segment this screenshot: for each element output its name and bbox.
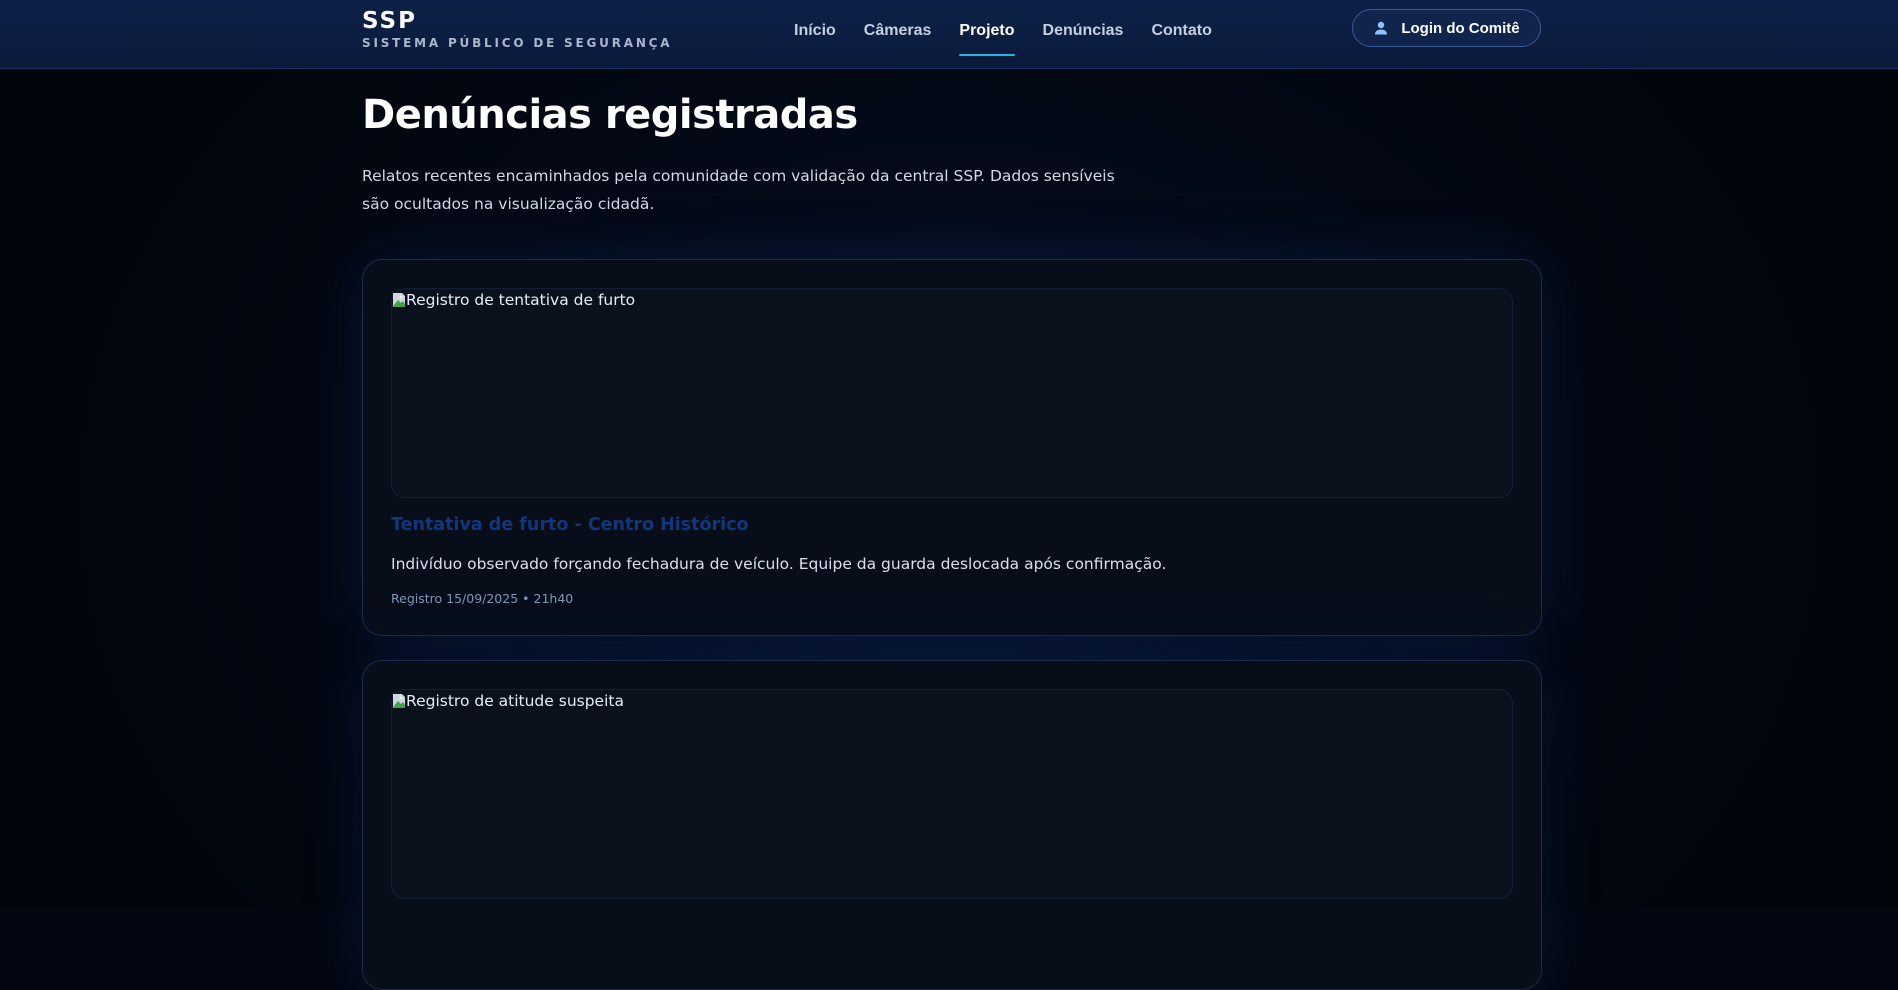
page-title: Denúncias registradas — [362, 92, 858, 138]
report-text: Indivíduo observado forçando fechadura d… — [391, 555, 1167, 573]
report-image-alt: Registro de atitude suspeita — [406, 692, 624, 710]
brand-logo[interactable]: SSP SISTEMA PÚBLICO DE SEGURANÇA — [362, 8, 672, 50]
broken-image-icon — [392, 693, 406, 709]
report-image: Registro de atitude suspeita — [391, 689, 1513, 899]
report-title[interactable]: Tentativa de furto - Centro Histórico — [391, 515, 749, 535]
brand-subtitle: SISTEMA PÚBLICO DE SEGURANÇA — [362, 36, 673, 50]
report-image-alt: Registro de tentativa de furto — [406, 291, 636, 309]
nav-item-contato[interactable]: Contato — [1151, 0, 1211, 68]
report-card: Registro de atitude suspeita — [362, 660, 1542, 990]
image-alt-text: Registro de atitude suspeita — [392, 692, 624, 710]
login-button-label: Login do Comitê — [1401, 19, 1520, 37]
report-meta: Registro 15/09/2025 • 21h40 — [391, 591, 574, 606]
nav-item-inicio[interactable]: Início — [794, 0, 836, 68]
main-nav: Início Câmeras Projeto Denúncias Contato — [794, 0, 1240, 68]
page-description: Relatos recentes encaminhados pela comun… — [362, 167, 1115, 213]
user-icon — [1373, 20, 1389, 36]
brand-title: SSP — [362, 8, 417, 34]
report-image: Registro de tentativa de furto — [391, 288, 1513, 498]
nav-item-denuncias[interactable]: Denúncias — [1043, 0, 1124, 68]
broken-image-icon — [392, 292, 406, 308]
report-card: Registro de tentativa de furto Tentativa… — [362, 259, 1542, 636]
top-navigation-bar: SSP SISTEMA PÚBLICO DE SEGURANÇA Início … — [0, 0, 1898, 69]
image-alt-text: Registro de tentativa de furto — [392, 291, 635, 309]
nav-item-cameras[interactable]: Câmeras — [864, 0, 932, 68]
nav-item-projeto[interactable]: Projeto — [959, 0, 1015, 68]
login-committee-button[interactable]: Login do Comitê — [1352, 9, 1541, 47]
main-content: Denúncias registradas Relatos recentes e… — [362, 68, 1542, 990]
